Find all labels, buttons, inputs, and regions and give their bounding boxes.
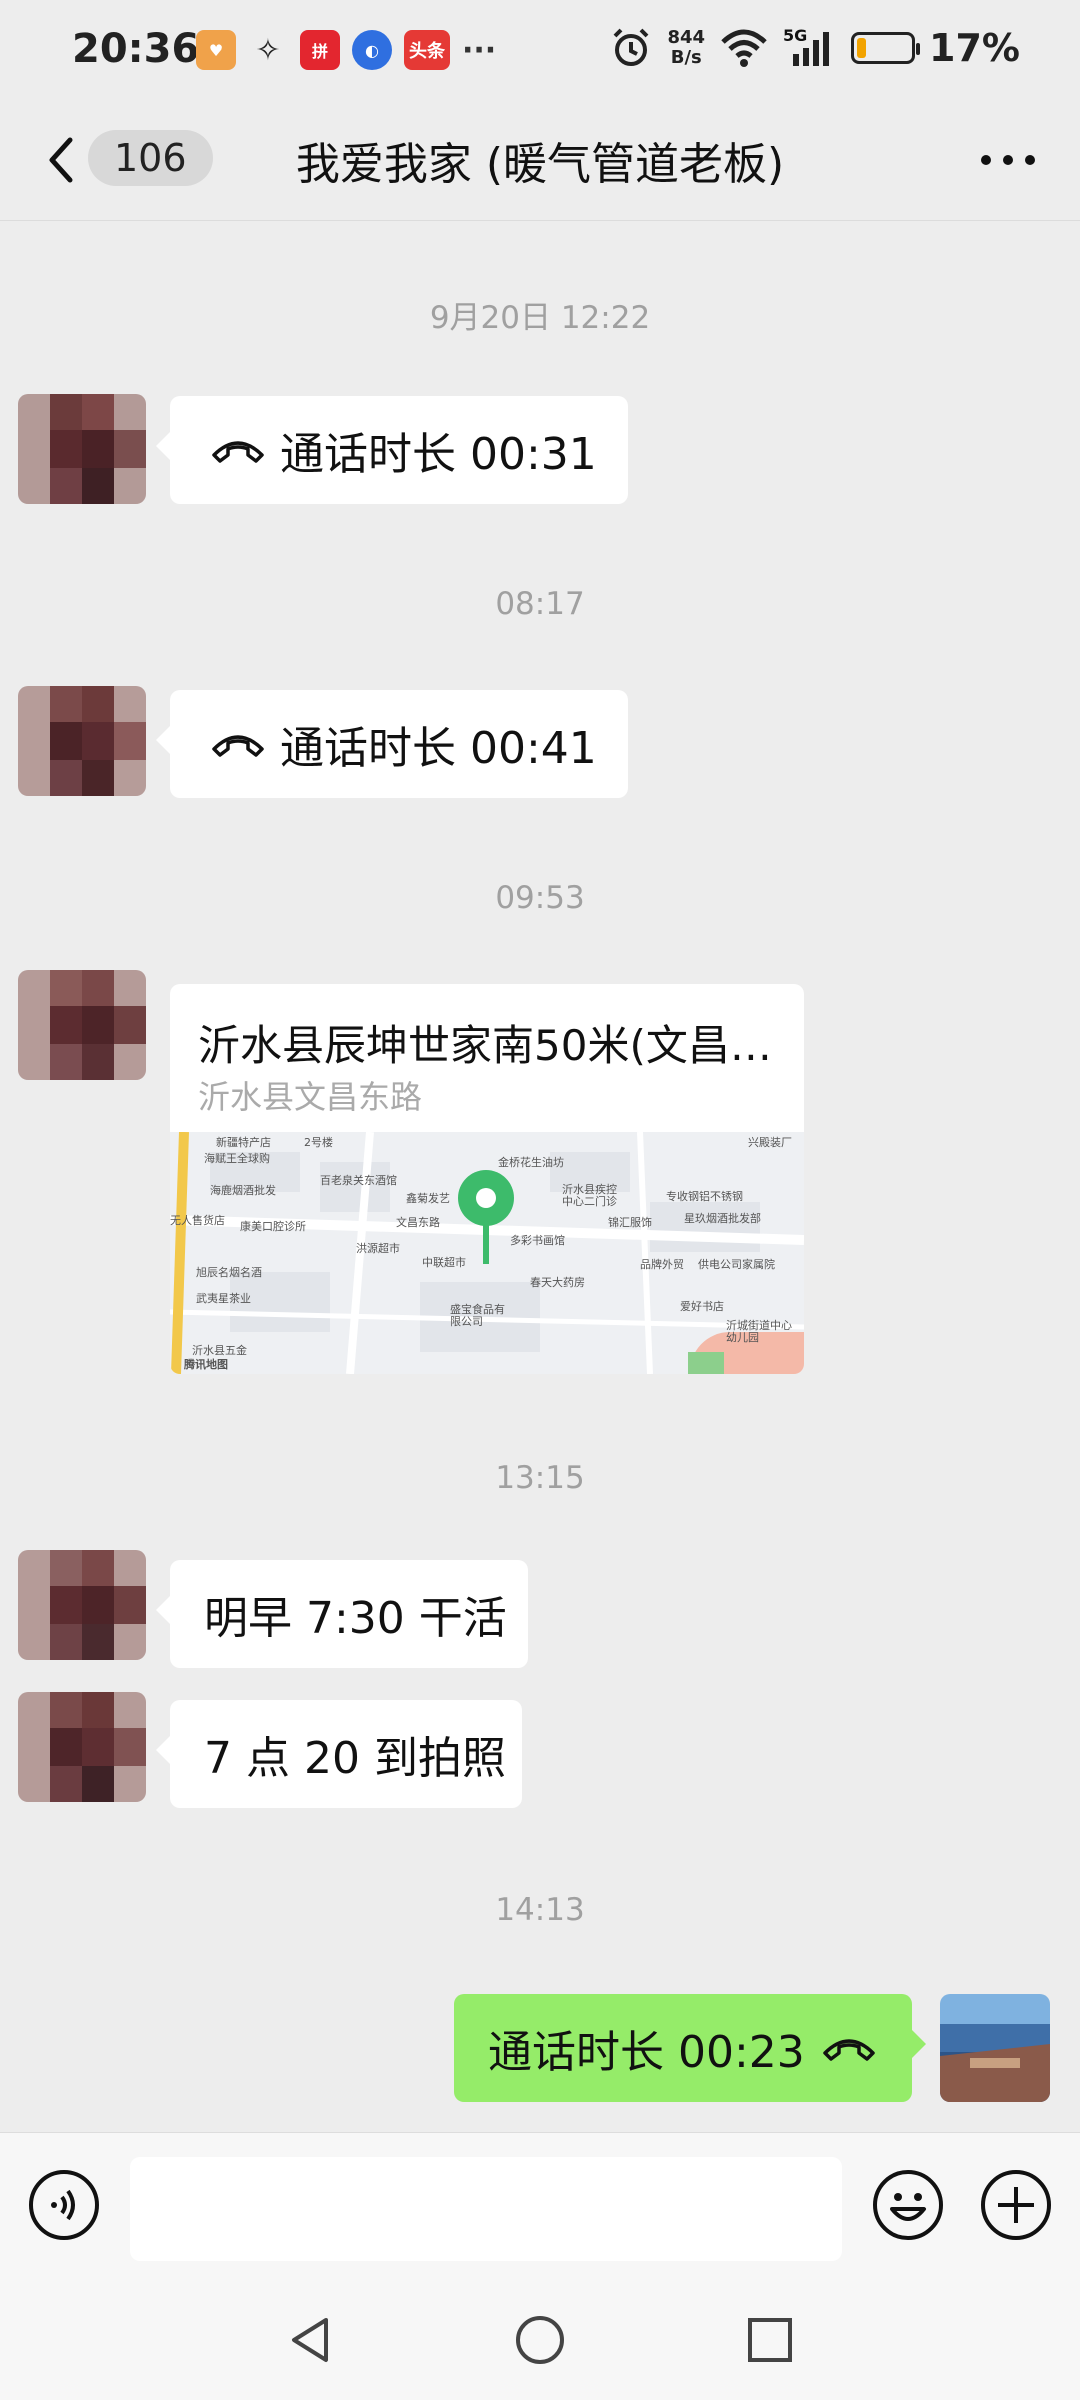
chat-header: 106 我爱我家 (暖气管道老板) <box>0 100 1080 221</box>
cellular-signal-icon: 5G <box>783 26 837 68</box>
alarm-icon <box>614 28 649 66</box>
message-timestamp: 08:17 <box>495 586 585 622</box>
phone-handset-icon <box>212 735 264 757</box>
phone-handset-icon <box>212 441 264 463</box>
message-timestamp: 9月20日 12:22 <box>429 300 651 336</box>
add-more-icon[interactable] <box>980 2169 1052 2241</box>
battery-level <box>857 38 867 58</box>
message-timestamp: 09:53 <box>495 880 585 916</box>
contact-avatar[interactable] <box>18 1550 146 1660</box>
battery-percent: 17% <box>929 26 1020 70</box>
emoji-icon[interactable] <box>872 2169 944 2241</box>
location-address: 沂水县文昌东路 <box>198 1078 423 1116</box>
text-message-bubble[interactable]: 明早 7:30 干活 <box>156 1560 528 1668</box>
message-timestamp: 13:15 <box>495 1460 585 1496</box>
taobao-heart-icon: ♥ <box>196 30 236 70</box>
input-bar <box>0 2132 1080 2273</box>
system-home-icon[interactable] <box>512 2312 568 2368</box>
status-bar: 20:36 ♥ ✧ 拼 ◐ 头条 ··· 844 B/s 5G 17% <box>0 0 1080 100</box>
link-app-icon: ✧ <box>248 30 288 70</box>
pinduoduo-icon: 拼 <box>300 30 340 70</box>
system-recents-icon[interactable] <box>742 2312 798 2368</box>
system-back-icon[interactable] <box>282 2312 338 2368</box>
contact-avatar[interactable] <box>18 686 146 796</box>
contact-avatar[interactable] <box>18 1692 146 1802</box>
battery-icon <box>851 32 921 64</box>
phone-handset-icon <box>823 2039 875 2061</box>
toutiao-icon: 头条 <box>404 30 450 70</box>
location-pin-icon <box>458 1170 514 1264</box>
message-input[interactable] <box>130 2157 842 2261</box>
more-options-icon[interactable] <box>976 140 1040 180</box>
location-message-card[interactable]: 沂水县辰坤世家南50米(文昌… 沂水县文昌东路 新疆特产店 海赋王全球购 海鹿烟… <box>170 984 804 1374</box>
chat-title: 我爱我家 (暖气管道老板) <box>295 139 785 190</box>
location-map-preview[interactable]: 新疆特产店 海赋王全球购 海鹿烟酒批发 无人售货店 康美口腔诊所 旭辰名烟名酒 … <box>170 1132 804 1374</box>
my-call-record-bubble[interactable]: 通话时长 00:23 <box>454 1994 926 2102</box>
call-record-bubble[interactable]: 通话时长 00:31 <box>156 396 628 504</box>
network-speed: 844 B/s <box>667 27 706 68</box>
globe-app-icon: ◐ <box>352 30 392 70</box>
wifi-icon <box>721 29 767 67</box>
status-time: 20:36 <box>72 26 200 72</box>
contact-avatar[interactable] <box>18 394 146 504</box>
contact-avatar[interactable] <box>18 970 146 1080</box>
text-message-bubble[interactable]: 7 点 20 到拍照 <box>156 1700 522 1808</box>
my-avatar[interactable] <box>940 1994 1050 2102</box>
system-navigation-bar <box>0 2272 1080 2400</box>
message-timestamp: 14:13 <box>495 1892 585 1928</box>
more-notifications-icon: ··· <box>462 32 497 68</box>
voice-input-icon[interactable] <box>28 2169 100 2241</box>
call-record-bubble[interactable]: 通话时长 00:41 <box>156 690 628 798</box>
location-title: 沂水县辰坤世家南50米(文昌… <box>198 1021 772 1070</box>
notification-icons: ♥ ✧ 拼 ◐ 头条 ··· <box>196 30 496 70</box>
